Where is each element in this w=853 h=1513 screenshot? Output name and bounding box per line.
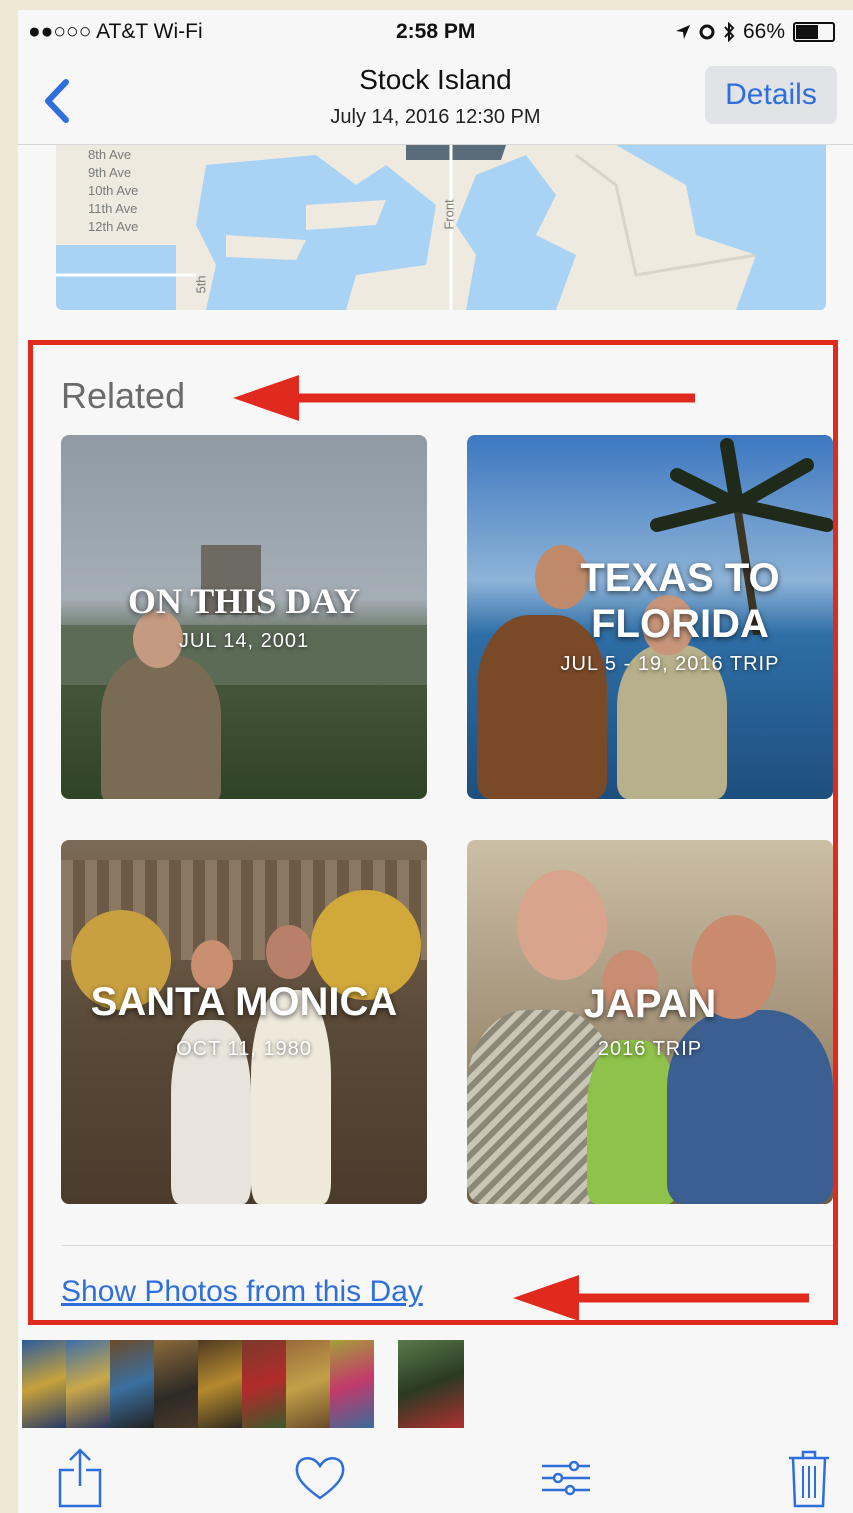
phone-screen: ●●○○○ AT&T Wi-Fi 2:58 PM 66% Stock Islan… bbox=[18, 10, 853, 1513]
memory-tile-on-this-day[interactable]: ON THIS DAY JUL 14, 2001 bbox=[61, 435, 427, 799]
location-map[interactable]: 8th Ave 9th Ave 10th Ave 11th Ave 12th A… bbox=[56, 145, 826, 310]
annotation-arrow-icon bbox=[233, 375, 695, 421]
battery-percent: 66% bbox=[742, 20, 785, 43]
delete-button[interactable] bbox=[783, 1448, 843, 1508]
edit-button[interactable] bbox=[536, 1448, 596, 1508]
thumbnail[interactable] bbox=[286, 1340, 330, 1428]
share-button[interactable] bbox=[52, 1448, 112, 1508]
memory-subtitle: JUL 5 - 19, 2016 TRIP bbox=[560, 653, 780, 675]
divider bbox=[61, 1245, 833, 1246]
nav-bar: Stock Island July 14, 2016 12:30 PM Deta… bbox=[18, 54, 853, 145]
person-figure bbox=[101, 655, 221, 799]
thumbnail[interactable] bbox=[22, 1340, 66, 1428]
street-label: 12th Ave bbox=[88, 219, 139, 234]
memory-tile-japan[interactable]: JAPAN 2016 TRIP bbox=[467, 840, 833, 1204]
clock: 2:58 PM bbox=[396, 20, 476, 43]
child-figure bbox=[587, 1040, 677, 1204]
person-head bbox=[266, 925, 312, 979]
related-heading: Related bbox=[61, 375, 186, 416]
alarm-icon bbox=[699, 24, 715, 40]
battery-fill bbox=[796, 25, 818, 39]
memory-subtitle: OCT 11, 1980 bbox=[176, 1038, 312, 1060]
memory-subtitle: 2016 TRIP bbox=[597, 1038, 703, 1060]
person-head bbox=[517, 870, 607, 980]
street-label: 8th Ave bbox=[88, 147, 132, 162]
thumbnail[interactable] bbox=[66, 1340, 110, 1428]
memory-tile-texas-to-florida[interactable]: TEXAS TO FLORIDA JUL 5 - 19, 2016 TRIP bbox=[467, 435, 833, 799]
related-section: Related ON THIS DAY JUL 14, 2001 TEXAS T… bbox=[28, 340, 838, 1325]
memory-tile-santa-monica[interactable]: SANTA MONICA OCT 11, 1980 bbox=[61, 840, 427, 1204]
location-icon bbox=[675, 25, 690, 39]
street-label: 10th Ave bbox=[88, 183, 139, 198]
trash-icon bbox=[789, 1450, 829, 1508]
memory-subtitle: JUL 14, 2001 bbox=[178, 630, 310, 652]
show-photos-link[interactable]: Show Photos from this Day bbox=[61, 1275, 423, 1309]
thumbnail[interactable] bbox=[154, 1340, 198, 1428]
battery-icon bbox=[793, 22, 835, 42]
memory-title: ON THIS DAY bbox=[127, 581, 361, 621]
bottom-toolbar bbox=[18, 1438, 853, 1513]
thumbnail-selected[interactable] bbox=[398, 1340, 464, 1428]
share-icon bbox=[58, 1448, 102, 1508]
memory-title: SANTA MONICA bbox=[90, 980, 398, 1024]
thumbnail[interactable] bbox=[330, 1340, 374, 1428]
street-label: Front bbox=[441, 199, 457, 230]
heart-icon bbox=[295, 1457, 345, 1500]
street-label: 5th bbox=[193, 275, 209, 294]
thumbnail[interactable] bbox=[198, 1340, 242, 1428]
status-bar: ●●○○○ AT&T Wi-Fi 2:58 PM 66% bbox=[18, 10, 853, 54]
street-label: 9th Ave bbox=[88, 165, 132, 180]
thumbnail[interactable] bbox=[110, 1340, 154, 1428]
memory-title: TEXAS TO FLORIDA bbox=[580, 556, 780, 646]
annotation-arrow-icon bbox=[513, 1275, 809, 1321]
favorite-button[interactable] bbox=[290, 1448, 350, 1508]
street-label: 11th Ave bbox=[88, 201, 138, 216]
thumbnail-strip bbox=[22, 1340, 464, 1428]
status-right: 66% bbox=[675, 20, 835, 44]
thumbnail[interactable] bbox=[242, 1340, 286, 1428]
adjust-icon bbox=[542, 1460, 590, 1496]
memory-title: JAPAN bbox=[583, 982, 717, 1026]
details-button[interactable]: Details bbox=[705, 66, 837, 124]
carrier-label: ●●○○○ AT&T Wi-Fi bbox=[28, 20, 203, 43]
bluetooth-icon bbox=[724, 22, 735, 42]
